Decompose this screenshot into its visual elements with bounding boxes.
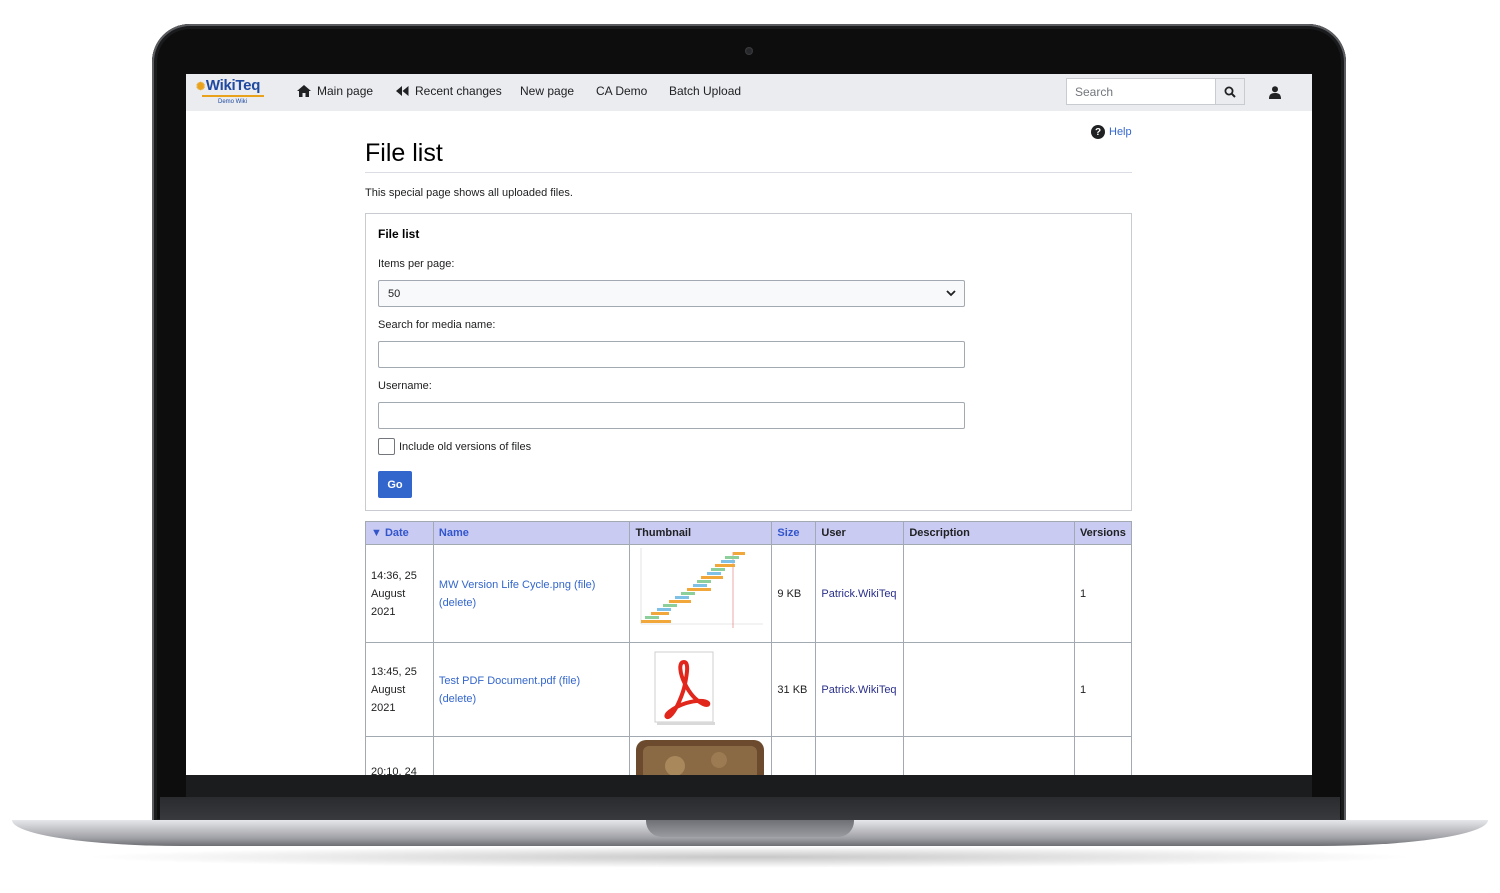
file-list-form: File list Items per page: 50 Search for … (365, 213, 1132, 511)
column-header-versions: Versions (1073, 521, 1133, 545)
date-cell: 20:10, 24 (365, 736, 434, 775)
help-link[interactable]: ? Help (1091, 125, 1132, 139)
nav-recent-changes[interactable]: Recent changes (396, 84, 502, 98)
screen-bezel (186, 775, 1312, 797)
column-header-size[interactable]: Size (771, 521, 817, 545)
nav-main-page[interactable]: Main page (297, 84, 373, 98)
name-cell (432, 736, 631, 775)
date-month: August (371, 683, 406, 696)
include-old-versions-checkbox[interactable] (378, 438, 395, 455)
file-name-link[interactable]: Test PDF Document.pdf (439, 675, 556, 687)
nav-ca-demo[interactable]: CA Demo (596, 84, 647, 98)
column-header-user: User (815, 521, 905, 545)
user-icon (1269, 85, 1281, 99)
user-link[interactable]: Patrick.WikiTeq (821, 684, 896, 696)
column-header-name[interactable]: Name (432, 521, 631, 545)
screen: ✺WikiTeq Demo Wiki Main page Recent chan… (186, 74, 1312, 775)
search-icon (1224, 86, 1236, 98)
date-cell: 13:45, 25 August 2021 (365, 642, 434, 737)
column-header-thumbnail: Thumbnail (629, 521, 773, 545)
date-cell: 14:36, 25 August 2021 (365, 544, 434, 643)
file-link[interactable]: (file) (559, 675, 580, 687)
description-cell (903, 736, 1075, 775)
size-cell (771, 736, 817, 775)
title-divider (365, 172, 1132, 173)
logo-star-icon: ✺ (196, 81, 205, 93)
top-navbar: ✺WikiTeq Demo Wiki Main page Recent chan… (186, 74, 1312, 111)
size-cell: 9 KB (771, 544, 817, 643)
nav-main-page-label: Main page (317, 84, 374, 98)
versions-cell (1073, 736, 1133, 775)
camera-icon (745, 47, 753, 55)
user-cell (815, 736, 905, 775)
page-title: File list (365, 139, 443, 167)
help-icon: ? (1091, 125, 1105, 139)
file-table: ▼ Date Name Thumbnail Size User Descript… (365, 521, 1133, 775)
nav-new-page[interactable]: New page (520, 84, 574, 98)
nav-new-page-label: New page (520, 84, 575, 98)
laptop-notch (646, 820, 854, 837)
table-row: 14:36, 25 August 2021 MW Version Life Cy… (365, 544, 1133, 643)
nav-recent-changes-label: Recent changes (415, 84, 502, 98)
name-cell: MW Version Life Cycle.png (file) (delete… (432, 544, 631, 643)
items-per-page-select[interactable]: 50 (378, 280, 965, 307)
home-icon (297, 85, 311, 97)
nav-batch-upload-label: Batch Upload (669, 84, 742, 98)
column-header-description: Description (903, 521, 1075, 545)
thumbnail-cell (629, 544, 773, 643)
logo-wordmark: ✺WikiTeq (196, 77, 261, 94)
table-header-row: ▼ Date Name Thumbnail Size User Descript… (365, 521, 1133, 545)
date-year: 2021 (371, 605, 396, 618)
date-time: 13:45, 25 (371, 665, 417, 678)
go-button[interactable]: Go (378, 471, 412, 498)
delete-link[interactable]: (delete) (439, 597, 476, 609)
username-label: Username: (378, 380, 432, 392)
chart-thumbnail-image[interactable] (635, 545, 766, 636)
thumbnail-cell (629, 642, 773, 737)
date-year: 2021 (371, 701, 396, 714)
rewind-icon (396, 86, 409, 96)
name-cell: Test PDF Document.pdf (file) (delete) (432, 642, 631, 737)
laptop-hinge (160, 797, 1340, 822)
laptop-shadow (80, 846, 1420, 868)
user-cell: Patrick.WikiTeq (815, 544, 905, 643)
user-link[interactable]: Patrick.WikiTeq (821, 588, 896, 600)
logo-underline (202, 95, 264, 97)
description-cell (903, 544, 1075, 643)
column-header-date[interactable]: ▼ Date (365, 521, 434, 545)
date-time: 14:36, 25 (371, 569, 417, 582)
nav-ca-demo-label: CA Demo (596, 84, 648, 98)
table-row: 20:10, 24 (365, 736, 1133, 775)
logo-subtitle: Demo Wiki (218, 99, 248, 105)
form-legend: File list (378, 227, 420, 241)
media-name-label: Search for media name: (378, 319, 496, 331)
chevron-down-icon (946, 290, 956, 297)
page-intro: This special page shows all uploaded fil… (365, 187, 573, 199)
search-button[interactable] (1215, 78, 1245, 105)
wiki-logo[interactable]: ✺WikiTeq Demo Wiki (196, 77, 272, 107)
description-cell (903, 642, 1075, 737)
thumbnail-cell (629, 736, 773, 775)
delete-link[interactable]: (delete) (439, 693, 476, 705)
user-menu-button[interactable] (1266, 83, 1284, 101)
help-label: Help (1109, 126, 1132, 138)
nav-batch-upload[interactable]: Batch Upload (669, 84, 741, 98)
media-name-input[interactable] (378, 341, 965, 368)
include-old-versions-label: Include old versions of files (399, 441, 532, 453)
username-input[interactable] (378, 402, 965, 429)
user-cell: Patrick.WikiTeq (815, 642, 905, 737)
versions-cell: 1 (1073, 642, 1133, 737)
file-name-link[interactable]: MW Version Life Cycle.png (439, 579, 571, 591)
date-month: August (371, 587, 406, 600)
painting-thumbnail-image[interactable] (635, 740, 765, 775)
search-input[interactable]: Search (1066, 78, 1215, 105)
date-time: 20:10, 24 (371, 766, 417, 775)
table-row: 13:45, 25 August 2021 Test PDF Document.… (365, 642, 1133, 737)
versions-cell: 1 (1073, 544, 1133, 643)
size-cell: 31 KB (771, 642, 817, 737)
items-per-page-value: 50 (388, 288, 401, 300)
file-link[interactable]: (file) (574, 579, 595, 591)
items-per-page-label: Items per page: (378, 258, 455, 270)
pdf-icon[interactable] (645, 648, 725, 726)
